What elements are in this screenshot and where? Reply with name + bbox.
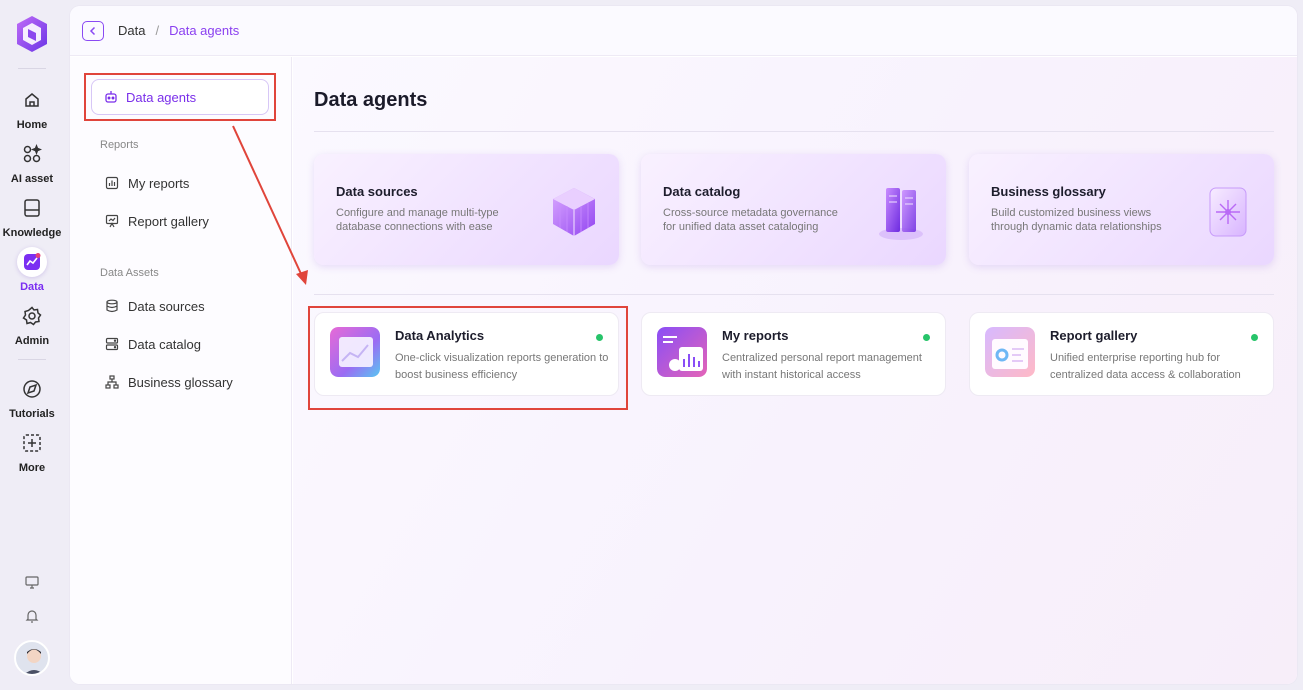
plus-square-icon — [17, 428, 47, 458]
status-dot — [596, 334, 603, 341]
card-business-glossary[interactable]: Business glossary Build customized busin… — [969, 154, 1274, 265]
bell-icon[interactable] — [22, 606, 42, 626]
sidebar-item-my-reports[interactable]: My reports — [104, 175, 189, 191]
chart-icon — [104, 175, 120, 191]
analytics-thumbnail-icon — [330, 327, 380, 377]
rail-label: Home — [16, 119, 48, 131]
sidebar-item-data-agents[interactable]: Data agents — [91, 79, 269, 115]
database-icon — [104, 298, 120, 314]
content-area: Data agents Data sources Configure and m… — [293, 57, 1297, 684]
card-description: Centralized personal report management w… — [722, 352, 922, 381]
rail-item-admin[interactable]: Admin — [0, 301, 64, 347]
card-description: One-click visualization reports generati… — [395, 352, 609, 381]
rail-label: Tutorials — [9, 408, 55, 420]
sidebar-item-label: Business glossary — [128, 374, 233, 390]
left-rail: Home AI asset Knowledge Data Admin Tutor… — [0, 0, 64, 690]
knowledge-icon — [17, 193, 47, 223]
status-dot — [1251, 334, 1258, 341]
sidebar-item-label: Data catalog — [128, 336, 201, 352]
breadcrumb-root[interactable]: Data — [118, 23, 145, 38]
card-report-gallery[interactable]: Report gallery Unified enterprise report… — [969, 312, 1274, 396]
rail-item-knowledge[interactable]: Knowledge — [0, 193, 64, 239]
card-title: Data Analytics — [395, 328, 485, 343]
sidebar-item-report-gallery[interactable]: Report gallery — [104, 213, 209, 229]
app-logo-icon[interactable] — [14, 14, 50, 54]
rail-label: Knowledge — [2, 227, 62, 239]
chevron-left-icon — [89, 26, 96, 35]
page-title: Data agents — [314, 89, 428, 111]
card-description: Unified enterprise reporting hub for cen… — [1050, 352, 1241, 381]
gallery-thumbnail-icon — [985, 327, 1035, 377]
glossary-icon — [1200, 182, 1258, 242]
monitor-icon[interactable] — [22, 572, 42, 592]
rail-item-tutorials[interactable]: Tutorials — [0, 374, 64, 420]
main-shell: Data / Data agents Data agents Reports M… — [70, 6, 1297, 684]
card-my-reports[interactable]: My reports Centralized personal report m… — [641, 312, 946, 396]
catalog-icon — [104, 336, 120, 352]
avatar[interactable] — [14, 640, 50, 676]
back-button[interactable] — [82, 20, 104, 41]
ai-asset-icon — [17, 139, 47, 169]
rail-item-ai-asset[interactable]: AI asset — [0, 139, 64, 185]
breadcrumb-current: Data agents — [169, 23, 240, 38]
card-data-sources[interactable]: Data sources Configure and manage multi-… — [314, 154, 619, 265]
card-description: Cross-source metadata governance for uni… — [663, 207, 838, 233]
sidebar-item-data-sources[interactable]: Data sources — [104, 298, 205, 314]
card-title: Report gallery — [1050, 328, 1138, 343]
rail-item-data[interactable]: Data — [0, 247, 64, 293]
section-reports: Reports — [100, 139, 139, 151]
data-icon — [17, 247, 47, 277]
card-description: Configure and manage multi-type database… — [336, 207, 499, 233]
sidebar-item-label: Report gallery — [128, 213, 209, 229]
card-data-catalog[interactable]: Data catalog Cross-source metadata gover… — [641, 154, 946, 265]
gallery-icon — [104, 213, 120, 229]
card-title: My reports — [722, 328, 789, 343]
card-description: Build customized business views through … — [991, 207, 1162, 233]
reports-thumbnail-icon — [657, 327, 707, 377]
sidebar-item-label: Data agents — [126, 89, 197, 105]
sidebar-item-label: My reports — [128, 175, 190, 191]
card-data-analytics[interactable]: Data Analytics One-click visualization r… — [314, 312, 619, 396]
cube-icon — [545, 182, 603, 242]
breadcrumb-separator: / — [155, 23, 160, 38]
sidebar-item-business-glossary[interactable]: Business glossary — [104, 374, 233, 390]
rail-item-home[interactable]: Home — [0, 85, 64, 131]
rail-item-more[interactable]: More — [0, 428, 64, 474]
hierarchy-icon — [104, 374, 120, 390]
sidebar-item-data-catalog[interactable]: Data catalog — [104, 336, 201, 352]
home-icon — [17, 85, 47, 115]
robot-icon — [104, 90, 118, 104]
rail-label: Data — [20, 281, 44, 293]
topbar: Data / Data agents — [70, 6, 1297, 56]
server-icon — [872, 182, 930, 242]
rail-label: Admin — [14, 335, 50, 347]
rail-label: More — [18, 462, 46, 474]
rail-label: AI asset — [10, 173, 54, 185]
status-dot — [923, 334, 930, 341]
sidebar-item-label: Data sources — [128, 298, 205, 314]
gear-icon — [17, 301, 47, 331]
section-data-assets: Data Assets — [100, 267, 159, 279]
secondary-sidebar: Data agents Reports My reports Report ga… — [70, 57, 292, 684]
compass-icon — [17, 374, 47, 404]
